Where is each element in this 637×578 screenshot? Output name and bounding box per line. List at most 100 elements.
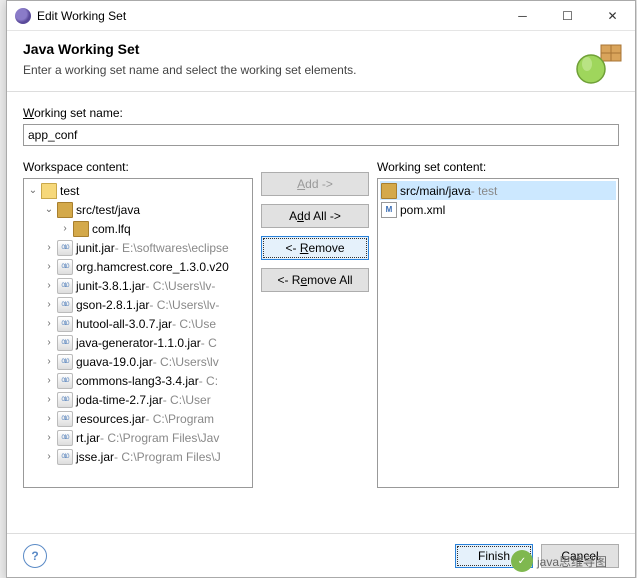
list-item[interactable]: src/main/java - test <box>380 181 616 200</box>
tree-row[interactable]: › org.hamcrest.core_1.3.0.v20 <box>26 257 250 276</box>
expand-icon[interactable]: › <box>42 318 56 329</box>
tree-row[interactable]: › gson-2.8.1.jar - C:\Users\lv- <box>26 295 250 314</box>
tree-location: - C:\Users\lv <box>153 355 219 369</box>
src-icon <box>57 202 73 218</box>
minimize-button[interactable]: ─ <box>500 1 545 30</box>
working-set-icon <box>561 39 625 87</box>
tree-location: - C <box>201 336 217 350</box>
expand-icon[interactable]: › <box>42 451 56 462</box>
jar-icon <box>57 354 73 370</box>
tree-label: commons-lang3-3.4.jar <box>76 374 199 388</box>
add-all-button[interactable]: Add All -> <box>261 204 369 228</box>
tree-row[interactable]: › jsse.jar - C:\Program Files\J <box>26 447 250 466</box>
tree-label: junit.jar <box>76 241 115 255</box>
remove-button[interactable]: <- Remove <box>261 236 369 260</box>
tree-row[interactable]: › guava-19.0.jar - C:\Users\lv <box>26 352 250 371</box>
expand-icon[interactable]: ⌄ <box>42 204 56 215</box>
name-input[interactable] <box>23 124 619 146</box>
expand-icon[interactable]: › <box>42 261 56 272</box>
workspace-label: Workspace content: <box>23 160 253 174</box>
tree-location: - C:\User <box>163 393 211 407</box>
name-label: Working set name: <box>23 106 619 120</box>
tree-row[interactable]: › junit.jar - E:\softwares\eclipse <box>26 238 250 257</box>
jar-icon <box>57 316 73 332</box>
window-title: Edit Working Set <box>37 9 500 23</box>
tree-label: hutool-all-3.0.7.jar <box>76 317 172 331</box>
content-list[interactable]: src/main/java - test pom.xml <box>377 178 619 488</box>
tree-label: src/test/java <box>76 203 140 217</box>
expand-icon[interactable]: › <box>42 280 56 291</box>
close-button[interactable]: ✕ <box>590 1 635 30</box>
tree-label: org.hamcrest.core_1.3.0.v20 <box>76 260 229 274</box>
tree-label: com.lfq <box>92 222 131 236</box>
jar-icon <box>57 297 73 313</box>
tree-row[interactable]: ⌄ src/test/java <box>26 200 250 219</box>
tree-location: - C:\Program Files\J <box>114 450 221 464</box>
tree-location: - E:\softwares\eclipse <box>115 241 229 255</box>
expand-icon[interactable]: › <box>42 394 56 405</box>
content-label: Working set content: <box>377 160 619 174</box>
page-title: Java Working Set <box>23 41 619 57</box>
workspace-tree[interactable]: ⌄ test ⌄ src/test/java › com.lfq › junit.jar - … <box>23 178 253 488</box>
tree-row[interactable]: ›resources.jar - C:\Program <box>26 409 250 428</box>
expand-icon[interactable]: › <box>42 432 56 443</box>
expand-icon[interactable]: › <box>42 242 56 253</box>
pkg-icon <box>73 221 89 237</box>
jar-icon <box>57 430 73 446</box>
expand-icon[interactable]: › <box>42 413 56 424</box>
tree-row[interactable]: ⌄ test <box>26 181 250 200</box>
item-label: src/main/java <box>400 184 471 198</box>
jar-icon <box>57 240 73 256</box>
tree-label: guava-19.0.jar <box>76 355 153 369</box>
maximize-button[interactable]: ☐ <box>545 1 590 30</box>
xml-icon <box>381 202 397 218</box>
expand-icon[interactable]: › <box>42 356 56 367</box>
tree-row[interactable]: › rt.jar - C:\Program Files\Jav <box>26 428 250 447</box>
jar-icon <box>57 335 73 351</box>
jar-icon <box>57 411 73 427</box>
tree-label: rt.jar <box>76 431 100 445</box>
header: Java Working Set Enter a working set nam… <box>7 31 635 92</box>
tree-row[interactable]: › java-generator-1.1.0.jar - C <box>26 333 250 352</box>
titlebar: Edit Working Set ─ ☐ ✕ <box>7 1 635 31</box>
folder-icon <box>41 183 57 199</box>
eclipse-icon <box>15 8 31 24</box>
tree-location: - C:\Users\lv- <box>149 298 219 312</box>
tree-row[interactable]: › commons-lang3-3.4.jar - C: <box>26 371 250 390</box>
tree-row[interactable]: › junit-3.8.1.jar - C:\Users\lv- <box>26 276 250 295</box>
wechat-icon: ✓ <box>511 550 533 572</box>
jar-icon <box>57 449 73 465</box>
tree-label: resources.jar <box>76 412 145 426</box>
expand-icon[interactable]: › <box>42 299 56 310</box>
tree-label: java-generator-1.1.0.jar <box>76 336 201 350</box>
tree-row[interactable]: › joda-time-2.7.jar - C:\User <box>26 390 250 409</box>
expand-icon[interactable]: ⌄ <box>26 185 40 196</box>
tree-label: joda-time-2.7.jar <box>76 393 163 407</box>
tree-row[interactable]: › hutool-all-3.0.7.jar - C:\Use <box>26 314 250 333</box>
expand-icon[interactable]: › <box>58 223 72 234</box>
item-label: pom.xml <box>400 203 445 217</box>
tree-label: test <box>60 184 79 198</box>
tree-label: gson-2.8.1.jar <box>76 298 149 312</box>
src-icon <box>381 183 397 199</box>
list-item[interactable]: pom.xml <box>380 200 616 219</box>
page-subtitle: Enter a working set name and select the … <box>23 63 619 77</box>
jar-icon <box>57 392 73 408</box>
jar-icon <box>57 278 73 294</box>
help-button[interactable]: ? <box>23 544 47 568</box>
add-button[interactable]: Add -> <box>261 172 369 196</box>
tree-location: - C:\Program Files\Jav <box>100 431 219 445</box>
remove-all-button[interactable]: <- Remove All <box>261 268 369 292</box>
expand-icon[interactable]: › <box>42 375 56 386</box>
jar-icon <box>57 373 73 389</box>
tree-label: jsse.jar <box>76 450 114 464</box>
jar-icon <box>57 259 73 275</box>
expand-icon[interactable]: › <box>42 337 56 348</box>
watermark: ✓ java思维导图 <box>511 550 607 572</box>
tree-row[interactable]: › com.lfq <box>26 219 250 238</box>
tree-location: - C:\Users\lv- <box>145 279 215 293</box>
tree-label: junit-3.8.1.jar <box>76 279 145 293</box>
item-location: - test <box>471 184 498 198</box>
tree-location: - C:\Use <box>172 317 216 331</box>
tree-location: - C: <box>199 374 218 388</box>
